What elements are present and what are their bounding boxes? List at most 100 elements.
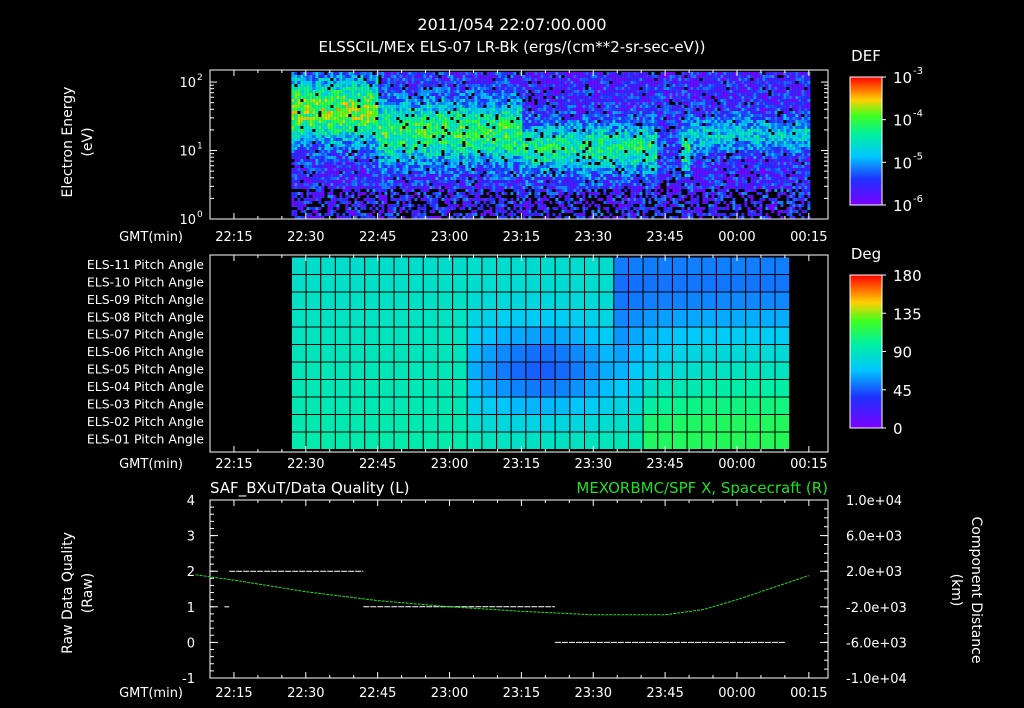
spectrogram-cell [390, 132, 394, 135]
spectrogram-cell [600, 141, 604, 144]
spectrogram-cell [582, 78, 586, 81]
spectrogram-cell [429, 201, 433, 204]
spectrogram-cell [624, 156, 628, 159]
spectrogram-cell [459, 168, 463, 171]
spectrogram-cell [600, 93, 604, 96]
spectrogram-cell [306, 81, 310, 84]
spectrogram-cell [351, 87, 355, 90]
spectrogram-cell [405, 141, 409, 144]
spectrogram-cell [315, 135, 319, 138]
spectrogram-cell [564, 90, 568, 93]
spectrogram-cell [297, 105, 301, 108]
spectrogram-cell [546, 153, 550, 156]
spectrogram-cell [378, 108, 382, 111]
spectrogram-cell [513, 135, 517, 138]
spectrogram-cell [477, 180, 481, 183]
spectrogram-cell [552, 90, 556, 93]
spectrogram-cell [516, 120, 520, 123]
spectrogram-cell [504, 90, 508, 93]
spectrogram-cell [525, 168, 529, 171]
spectrogram-cell [531, 123, 535, 126]
spectrogram-cell [465, 75, 469, 78]
spectrogram-cell [405, 156, 409, 159]
spectrogram-cell [456, 174, 460, 177]
spectrogram-cell [435, 168, 439, 171]
spectrogram-cell [615, 108, 619, 111]
spectrogram-cell [531, 90, 535, 93]
spectrogram-cell [417, 165, 421, 168]
spectrogram-cell [501, 204, 505, 207]
spectrogram-cell [546, 198, 550, 201]
spectrogram-cell [354, 201, 358, 204]
spectrogram-cell [489, 156, 493, 159]
spectrogram-cell [540, 87, 544, 90]
spectrogram-cell [549, 147, 553, 150]
spectrogram-cell [549, 117, 553, 120]
spectrogram-cell [318, 135, 322, 138]
spectrogram-cell [300, 183, 304, 186]
spectrogram-cell [381, 114, 385, 117]
spectrogram-cell [378, 147, 382, 150]
spectrogram-cell [585, 93, 589, 96]
spectrogram-cell [468, 129, 472, 132]
spectrogram-cell [405, 159, 409, 162]
spectrogram-cell [588, 81, 592, 84]
spectrogram-cell [408, 135, 412, 138]
spectrogram-cell [615, 207, 619, 210]
spectrogram-cell [576, 171, 580, 174]
spectrogram-cell [291, 198, 295, 201]
spectrogram-cell [531, 81, 535, 84]
spectrogram-cell [447, 135, 451, 138]
spectrogram-cell [393, 111, 397, 114]
spectrogram-cell [597, 123, 601, 126]
spectrogram-cell [606, 180, 610, 183]
spectrogram-cell [462, 207, 466, 210]
spectrogram-cell [627, 168, 631, 171]
spectrogram-cell [342, 117, 346, 120]
spectrogram-cell [477, 81, 481, 84]
spectrogram-cell [480, 180, 484, 183]
spectrogram-cell [381, 108, 385, 111]
spectrogram-cell [624, 174, 628, 177]
spectrogram-cell [501, 84, 505, 87]
spectrogram-cell [489, 99, 493, 102]
spectrogram-cell [564, 150, 568, 153]
spectrogram-cell [465, 150, 469, 153]
spectrogram-cell [360, 84, 364, 87]
spectrogram-cell [510, 210, 514, 213]
spectrogram-cell [471, 186, 475, 189]
spectrogram-cell [555, 135, 559, 138]
spectrogram-cell [543, 168, 547, 171]
spectrogram-cell [306, 78, 310, 81]
spectrogram-cell [492, 96, 496, 99]
spectrogram-cell [582, 81, 586, 84]
spectrogram-cell [618, 159, 622, 162]
spectrogram-cell [546, 156, 550, 159]
spectrogram-cell [393, 102, 397, 105]
spectrogram-cell [489, 186, 493, 189]
spectrogram-cell [495, 78, 499, 81]
spectrogram-cell [540, 93, 544, 96]
spectrogram-cell [576, 186, 580, 189]
spectrogram-cell [453, 105, 457, 108]
spectrogram-cell [393, 198, 397, 201]
spectrogram-cell [564, 198, 568, 201]
spectrogram-cell [450, 168, 454, 171]
spectrogram-cell [459, 213, 463, 216]
spectrogram-cell [390, 177, 394, 180]
spectrogram-cell [405, 147, 409, 150]
spectrogram-cell [600, 198, 604, 201]
spectrogram-cell [366, 189, 370, 192]
spectrogram-cell [324, 81, 328, 84]
spectrogram-cell [396, 171, 400, 174]
spectrogram-cell [579, 147, 583, 150]
spectrogram-cell [483, 156, 487, 159]
spectrogram-cell [600, 132, 604, 135]
spectrogram-cell [303, 210, 307, 213]
spectrogram-cell [363, 186, 367, 189]
spectrogram-cell [531, 147, 535, 150]
spectrogram-cell [633, 195, 637, 198]
spectrogram-cell [561, 114, 565, 117]
spectrogram-cell [354, 132, 358, 135]
spectrogram-cell [552, 129, 556, 132]
